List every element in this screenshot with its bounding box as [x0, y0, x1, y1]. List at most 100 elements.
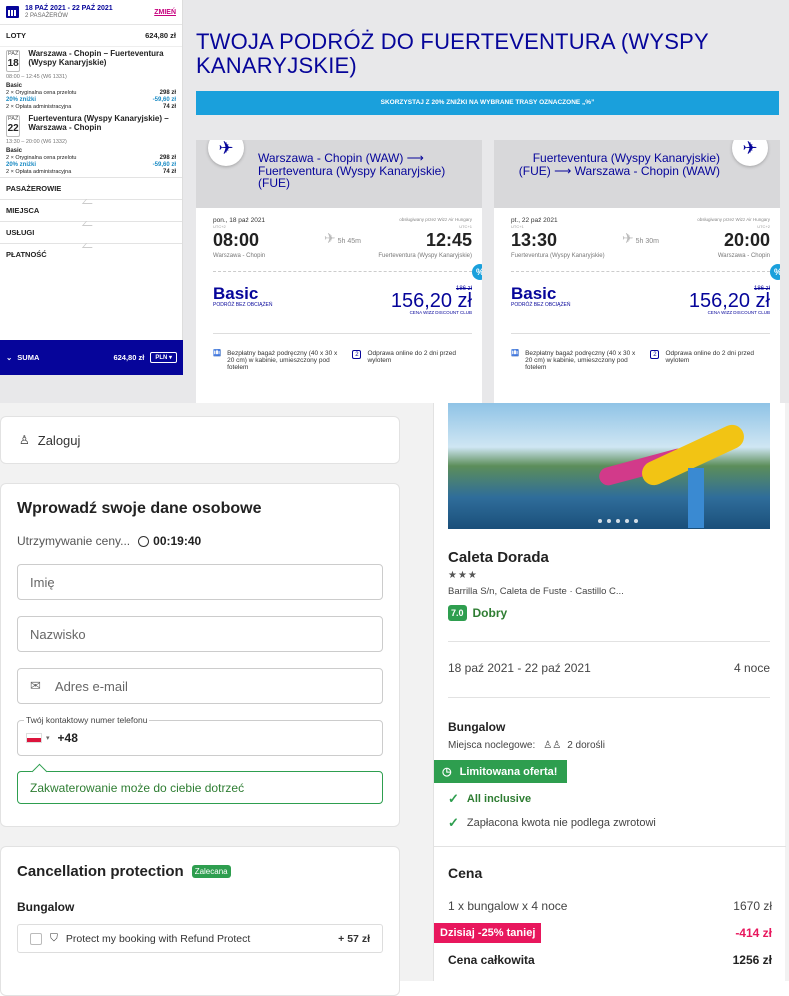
trip-dates: 18 PAŹ 2021 - 22 PAŹ 2021: [25, 5, 113, 12]
change-link[interactable]: ZMIEŃ: [154, 9, 176, 16]
refund-protect-checkbox[interactable]: [30, 932, 42, 945]
refund-protect-option[interactable]: ⛉ Protect my booking with Refund Protect…: [17, 924, 383, 953]
check-icon: ✓: [448, 815, 459, 830]
page-title: TWOJA PODRÓŻ DO FUERTEVENTURA (WYSPY KAN…: [196, 29, 709, 78]
carousel-dots[interactable]: [598, 519, 638, 523]
calendar-2-icon: 2: [650, 350, 660, 359]
limited-offer-badge: ◷ Limitowana oferta!: [434, 760, 568, 783]
user-icon: ♙: [19, 433, 30, 447]
perk-checkin: 2 Odprawa online do 2 dni przed wylotem: [352, 350, 462, 371]
shield-icon: ⛉: [50, 932, 58, 944]
nav-label: USŁUGI: [6, 228, 35, 237]
login-panel[interactable]: ♙ Zaloguj: [0, 416, 400, 464]
discount-value: -414 zł: [735, 926, 772, 940]
inbound-card[interactable]: ✈ Fuerteventura (Wyspy Kanaryjskie) (FUE…: [494, 140, 780, 403]
promo-banner[interactable]: SKORZYSTAJ Z 20% ZNIŻKI NA WYBRANE TRASY…: [196, 91, 779, 115]
sum-bar[interactable]: ⌄ SUMA 624,80 zł PLN ▾: [0, 340, 183, 375]
hotel-info: Caleta Dorada ★★★ Barrilla S/n, Caleta d…: [434, 549, 770, 831]
dep-time: 13:30: [511, 230, 558, 250]
stay-range: 18 paź 2021 - 22 paź 2021: [448, 661, 591, 675]
login-link[interactable]: Zaloguj: [38, 433, 81, 448]
perk-text: Bezpłatny bagaż podręczny (40 x 30 x 20 …: [227, 350, 338, 371]
calendar-icon: [6, 6, 19, 18]
last-name-placeholder: Nazwisko: [30, 626, 86, 642]
perk-text: Bezpłatny bagaż podręczny (40 x 30 x 20 …: [525, 350, 636, 371]
fare-basic[interactable]: Basic PODRÓŻ BEZ OBCIĄŻEŃ 186 zł 156,20 zł…: [213, 264, 482, 315]
sum-label: SUMA: [17, 353, 40, 362]
operator: obsługiwany przez Wizz Air Hungary: [697, 217, 770, 222]
cancellation-panel: Cancellation protection Zalecana Bungalow…: [0, 846, 400, 996]
cancel-room: Bungalow: [17, 900, 75, 914]
phone-field[interactable]: Twój kontaktowy numer telefonu ▾ +48: [17, 715, 383, 756]
poland-flag-icon[interactable]: [26, 733, 42, 743]
fare-value: -59,60 zł: [152, 162, 176, 168]
room-type: Bungalow: [448, 720, 506, 734]
inbound-date-box: PAŹ 22: [6, 115, 21, 137]
limited-label: Limitowana oferta!: [459, 765, 558, 778]
hotel-photo[interactable]: [448, 403, 770, 529]
arr-airport: Fuerteventura (Wyspy Kanaryjskie): [378, 253, 472, 259]
dep-airport: Warszawa - Chopin: [213, 253, 266, 259]
perk-text: Odprawa online do 2 dni przed wylotem: [367, 350, 456, 364]
flights-label: LOTY: [6, 31, 26, 40]
inbound-day: 22: [7, 123, 19, 134]
stay-dates: 18 paź 2021 - 22 paź 2021 4 noce: [448, 641, 770, 675]
nav-services[interactable]: USŁUGI: [0, 221, 182, 243]
hotel-address: Barrilla S/n, Caleta de Fuste · Castillo…: [448, 586, 624, 597]
fare-line: 20% zniżki: [6, 162, 37, 168]
email-placeholder: Adres e-mail: [54, 678, 128, 694]
card-route: Fuerteventura (Wyspy Kanaryjskie) (FUE) …: [518, 151, 720, 178]
flights-summary: LOTY 624,80 zł: [0, 25, 182, 47]
outbound-date-box: PAŹ 18: [6, 50, 21, 72]
operator: obsługiwany przez Wizz Air Hungary: [399, 217, 472, 222]
outbound-fare: Basic 2 × Oryginalna cena przelotu 298 zł…: [0, 82, 182, 112]
fare-price: 156,20 zł: [390, 290, 472, 312]
wizz-section: 18 PAŹ 2021 - 22 PAŹ 2021 2 PASAŻERÓW ZM…: [0, 0, 789, 403]
cancel-title: Cancellation protection: [17, 863, 184, 880]
calendar-2-icon: 2: [352, 350, 362, 359]
arr-time: 12:45: [425, 230, 472, 250]
hotel-name: Caleta Dorada: [448, 549, 549, 566]
first-name-field[interactable]: Imię: [17, 564, 383, 600]
discount-line: Dzisiaj -25% taniej -414 zł: [434, 923, 772, 943]
feature-text: All inclusive: [466, 793, 532, 805]
flight-date: pt., 22 paź 2021: [511, 217, 558, 224]
outbound-card[interactable]: ✈ Warszawa - Chopin (WAW) ⟶ Fuerteventur…: [196, 140, 482, 403]
nav-label: PASAŻEROWIE: [6, 184, 62, 193]
chevron-down-icon: ⌄: [6, 353, 13, 362]
passenger-count: 2 PASAŻERÓW: [25, 13, 68, 19]
fare-basic[interactable]: Basic PODRÓŻ BEZ OBCIĄŻEŃ 186 zł 156,20 zł…: [511, 264, 780, 315]
utc-dep: UTC+2: [213, 224, 226, 229]
chevron-down-icon[interactable]: ▾: [46, 734, 50, 742]
card-header: ✈ Fuerteventura (Wyspy Kanaryjskie) (FUE…: [494, 140, 780, 208]
duration: ✈ 5h 45m: [324, 229, 361, 251]
fare-line: 2 × Opłata administracyjna: [6, 169, 72, 175]
last-name-field[interactable]: Nazwisko: [17, 616, 383, 652]
perk-baggage: 🛄 Bezpłatny bagaż podręczny (40 x 30 x 20…: [511, 350, 640, 371]
inbound-route: Fuerteventura (Wyspy Kanaryjskie) – Wars…: [28, 114, 169, 132]
fare-value: 74 zł: [162, 104, 176, 110]
room-occupancy: Miejsca noclegowe: ♙♙ 2 dorośli: [448, 740, 770, 751]
nav-seats[interactable]: MIEJSCA: [0, 199, 182, 221]
email-field[interactable]: ✉ Adres e-mail: [17, 668, 383, 704]
dep-time: 08:00: [213, 230, 260, 250]
plane-icon: ✈: [323, 230, 336, 246]
fare-line: 20% zniżki: [6, 97, 37, 103]
people-icon: ♙♙: [543, 740, 562, 751]
booking-sidebar: 18 PAŹ 2021 - 22 PAŹ 2021 2 PASAŻERÓW ZM…: [0, 0, 183, 375]
guest-count: 2 dorośli: [567, 740, 606, 751]
feature-nonrefundable: ✓ Zapłacona kwota nie podlega zwrotowi: [448, 815, 770, 831]
nav-payment[interactable]: PŁATNOŚĆ: [0, 243, 182, 265]
fare-name: Basic: [511, 284, 557, 303]
recommended-badge: Zalecana: [191, 865, 231, 878]
fare-line: 2 × Oryginalna cena przelotu: [6, 90, 77, 96]
outbound-route: Warszawa - Chopin – Fuerteventura (Wyspy…: [28, 49, 164, 67]
dep-airport: Fuerteventura (Wyspy Kanaryjskie): [511, 253, 605, 259]
check-icon: ✓: [448, 791, 459, 806]
currency-select[interactable]: PLN ▾: [150, 352, 177, 363]
personal-data-form: Wprowadź swoje dane osobowe Utrzymywanie…: [0, 483, 400, 827]
bag-icon: 🛄: [213, 350, 222, 357]
nav-label: PŁATNOŚĆ: [6, 250, 47, 259]
inbound-fare: Basic 2 × Oryginalna cena przelotu 298 zł…: [0, 147, 182, 177]
nav-passengers[interactable]: PASAŻEROWIE: [0, 177, 182, 199]
